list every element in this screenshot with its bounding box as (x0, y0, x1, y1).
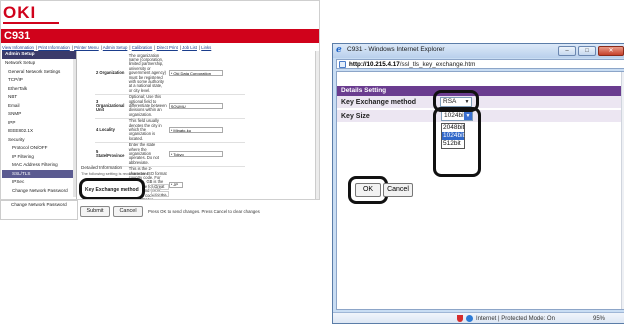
sidebar-item-ieee8021x[interactable]: IEEE802.1X (2, 127, 76, 136)
sidebar-item-ethertalk[interactable]: EtherTalk (2, 85, 76, 94)
close-icon[interactable]: ✕ (598, 46, 624, 56)
organization-input[interactable] (168, 70, 223, 77)
sidebar-item-network-setup[interactable]: Network Setup (2, 59, 76, 68)
key-exchange-highlight: Key Exchange method (79, 178, 145, 199)
zoom-level[interactable]: 95% (593, 316, 605, 322)
nav-job-list[interactable]: Job List (182, 45, 197, 50)
field-label: 3 Organizational Unit (95, 94, 128, 119)
key-size-option-1024[interactable]: 1024bit (442, 132, 464, 140)
model-title: C931 (4, 30, 31, 42)
globe-icon (466, 315, 473, 322)
ok-button[interactable]: OK (355, 183, 381, 197)
ie-logo-icon: ℯ (336, 45, 342, 55)
oki-logo: OKI (3, 3, 37, 22)
sidebar-lower-panel: Change Network Password (0, 200, 78, 220)
sidebar-header: Admin Setup (2, 51, 76, 59)
form-action-bar: Submit Cancel Press OK to send changes. … (78, 206, 312, 218)
sidebar-item-general-network-settings[interactable]: General Network Settings (2, 68, 76, 77)
shield-icon (457, 315, 463, 322)
ie-window: ℯ C931 - Windows Internet Explorer – □ ✕… (332, 43, 624, 324)
sidebar-item-nbt[interactable]: NBT (2, 93, 76, 102)
sidebar-item-tcpip[interactable]: TCP/IP (2, 76, 76, 85)
table-row: 2 Organization The organization name (co… (95, 52, 245, 95)
submit-button[interactable]: Submit (80, 206, 110, 217)
nav-admin-setup[interactable]: Admin Setup (103, 45, 128, 50)
key-size-label: Key Size (341, 113, 370, 120)
sidebar-item-email[interactable]: Email (2, 102, 76, 111)
ie-titlebar: ℯ C931 - Windows Internet Explorer – □ ✕ (333, 44, 624, 58)
field-description: Enter the state where the organization o… (127, 142, 168, 167)
sidebar-item-snmp[interactable]: SNMP (2, 110, 76, 119)
sidebar-item-security[interactable]: Security (2, 136, 76, 145)
url-text[interactable]: http://10.215.4.17/ssl_tls_key_exchange.… (349, 61, 475, 68)
nav-view-information[interactable]: View Information (2, 45, 34, 50)
url-host: http://10.215.4.17 (349, 61, 400, 68)
field-description: Optional; Use this optional field to dif… (127, 94, 168, 119)
logo-underline (3, 22, 59, 24)
sidebar-item-ipp[interactable]: IPP (2, 119, 76, 128)
nav-calibration[interactable]: Calibration (132, 45, 153, 50)
table-row: 4 Locality This field usually denotes th… (95, 118, 245, 143)
organizational-unit-input[interactable] (168, 103, 223, 110)
settings-content: 2 Organization The organization name (co… (79, 51, 313, 199)
form-hint: Press OK to send changes. Press Cancel t… (148, 209, 260, 214)
status-bar: Internet | Protected Mode: On 95% (333, 312, 624, 323)
window-title: C931 - Windows Internet Explorer (347, 46, 445, 53)
nav-print-information[interactable]: Print Information (38, 45, 70, 50)
field-label: 4 Locality (95, 118, 128, 143)
key-size-dropdown[interactable]: 2048bit 1024bit 512bit (441, 123, 465, 149)
field-label: 5 State/Province (95, 142, 128, 167)
header-bar (1, 29, 319, 43)
sidebar-item-change-network-password[interactable]: Change Network Password (2, 187, 76, 196)
key-exchange-row: Key Exchange method RSA ▼ (337, 96, 624, 109)
admin-sidebar: Admin Setup Network Setup General Networ… (2, 51, 77, 199)
sidebar-item-ssl-tls[interactable]: SSL/TLS (2, 169, 76, 178)
minimize-icon[interactable]: – (558, 46, 576, 56)
url-path: /ssl_tls_key_exchange.htm (399, 61, 476, 68)
table-row: 5 State/Province Enter the state where t… (95, 142, 245, 167)
detail-information-heading: Detailed Information (81, 165, 123, 170)
key-exchange-label: Key Exchange method (85, 187, 139, 193)
cancel-button[interactable]: Cancel (383, 183, 413, 197)
nav-direct-print[interactable]: Direct Print (157, 45, 178, 50)
key-exchange-value[interactable]: RSA (151, 184, 169, 190)
sidebar-item-mac-filtering[interactable]: MAC Address Filtering (2, 161, 76, 170)
dialog-page: Details Setting Key Exchange method RSA … (336, 71, 624, 310)
nav-links[interactable]: Links (201, 45, 211, 50)
address-bar[interactable]: http://10.215.4.17/ssl_tls_key_exchange.… (336, 59, 624, 69)
key-size-value[interactable]: 1024bit (151, 191, 169, 197)
sidebar-scrollbar[interactable] (73, 59, 76, 197)
security-zone[interactable]: Internet | Protected Mode: On (476, 316, 555, 322)
sidebar-item-protocol-onoff[interactable]: Protocol ON/OFF (2, 144, 76, 153)
recommendation-note: The following setting is recommended. (81, 171, 150, 176)
details-setting-header: Details Setting (337, 86, 624, 96)
sidebar-item-change-network-password-lower[interactable]: Change Network Password (1, 201, 77, 209)
country-region-input[interactable] (168, 181, 183, 188)
cancel-button[interactable]: Cancel (113, 206, 143, 217)
field-description: The organization name (corporation, limi… (127, 52, 168, 95)
table-row: 3 Organizational Unit Optional; Use this… (95, 94, 245, 119)
field-description: This field usually denotes the city in w… (127, 118, 168, 143)
field-label: 2 Organization (95, 53, 128, 95)
top-navigation: View Information | Print Information | Pri… (2, 45, 212, 50)
sidebar-item-ipsec[interactable]: IPSec (2, 178, 76, 187)
state-province-input[interactable] (168, 151, 223, 158)
key-size-option-512[interactable]: 512bit (442, 140, 464, 148)
key-size-option-2048[interactable]: 2048bit (442, 124, 464, 132)
locality-input[interactable] (168, 127, 223, 134)
sidebar-item-ip-filtering[interactable]: IP Filtering (2, 153, 76, 162)
nav-printer-menu[interactable]: Printer Menu (74, 45, 99, 50)
maximize-icon[interactable]: □ (578, 46, 596, 56)
printer-web-page: OKI C931 View Information | Print Informa… (0, 0, 320, 200)
key-exchange-label: Key Exchange method (341, 99, 417, 106)
page-icon (339, 61, 346, 68)
content-scrollbar[interactable] (315, 51, 319, 199)
